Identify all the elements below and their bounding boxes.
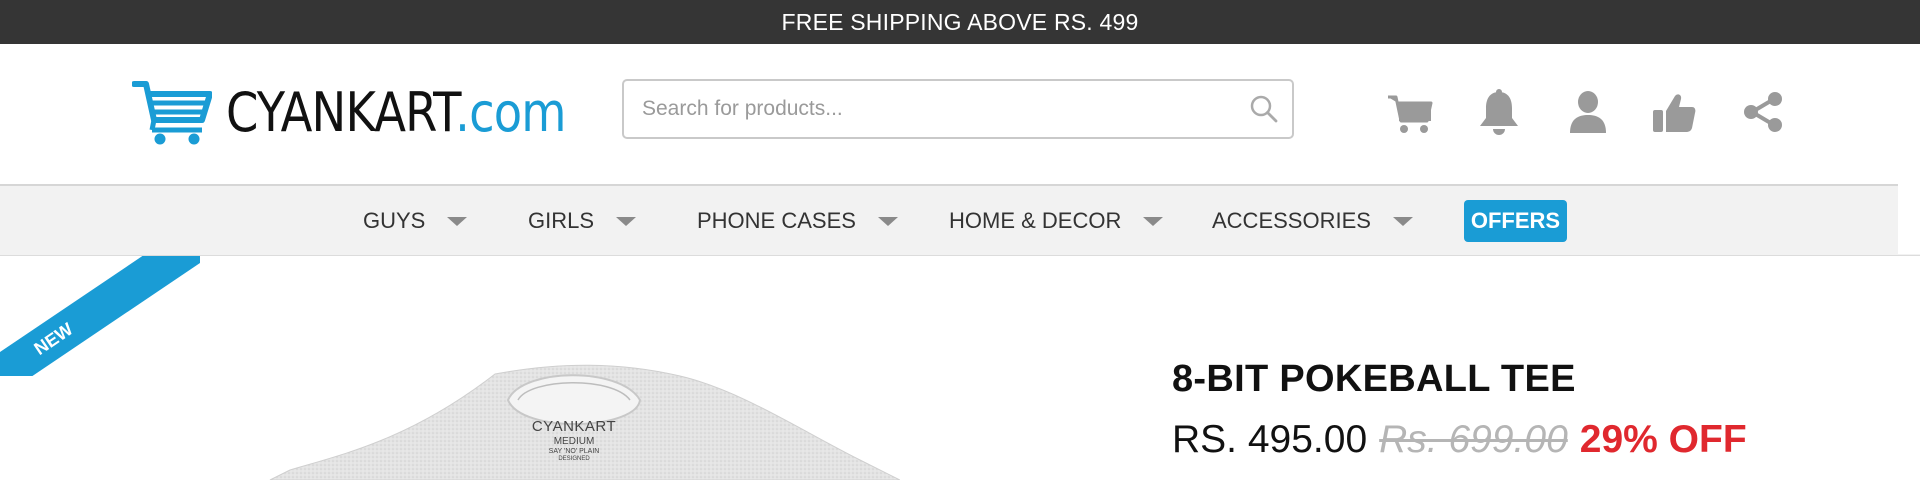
price-row: RS. 495.00 Rs. 699.00 29% OFF [1172, 418, 1747, 462]
new-ribbon-label: NEW [30, 318, 77, 359]
search-input[interactable] [624, 81, 1236, 137]
bell-icon [1480, 89, 1518, 135]
product-title: 8-BIT POKEBALL TEE [1172, 358, 1576, 400]
nav-item-label: HOME & DECOR [949, 208, 1122, 233]
cart-button[interactable] [1384, 88, 1436, 140]
nav-item-guys[interactable]: GUYS [363, 186, 468, 256]
share-icon [1744, 92, 1782, 132]
offers-button[interactable]: OFFERS [1464, 200, 1567, 242]
thumbs-up-icon [1653, 94, 1696, 132]
cart-logo-icon [132, 81, 212, 145]
product-price: RS. 495.00 [1172, 418, 1368, 461]
like-button[interactable] [1648, 86, 1700, 138]
user-icon [1570, 91, 1606, 133]
new-ribbon: NEW [0, 256, 200, 376]
logo-main: CYANKART [226, 81, 456, 144]
chevron-down-icon [447, 216, 468, 226]
nav-item-girls[interactable]: GIRLS [528, 186, 637, 256]
share-button[interactable] [1737, 86, 1789, 138]
chevron-down-icon [877, 216, 898, 226]
chevron-down-icon [1143, 216, 1164, 226]
account-button[interactable] [1562, 86, 1614, 138]
chevron-down-icon [1392, 216, 1413, 226]
new-ribbon-band: NEW [0, 256, 200, 376]
product-image[interactable]: CYANKART MEDIUM SAY 'NO' PLAIN DESIGNED [260, 360, 900, 480]
search-button[interactable] [1236, 81, 1292, 137]
original-price: Rs. 699.00 [1379, 418, 1568, 461]
search-box [622, 79, 1294, 139]
nav-item-label: GUYS [363, 208, 426, 233]
search-icon [1250, 95, 1278, 123]
logo-text: CYANKART.com [226, 76, 567, 150]
discount-badge: 29% OFF [1579, 418, 1747, 461]
nav-item-label: ACCESSORIES [1212, 208, 1371, 233]
page-edge [1898, 160, 1920, 254]
logo-domain: .com [455, 81, 566, 144]
tee-label-brand: CYANKART [531, 418, 617, 435]
nav-item-label: GIRLS [528, 208, 595, 233]
tee-label-sub: DESIGNED [558, 456, 590, 463]
shipping-banner-text: FREE SHIPPING ABOVE RS. 499 [781, 8, 1139, 35]
cart-icon [1388, 95, 1433, 133]
tee-label-line: SAY 'NO' PLAIN [548, 448, 600, 455]
tee-label-size: MEDIUM [553, 436, 595, 447]
tee-label: CYANKART MEDIUM SAY 'NO' PLAIN DESIGNED [528, 418, 620, 464]
nav-item-home-decor[interactable]: HOME & DECOR [949, 186, 1164, 256]
site-logo[interactable]: CYANKART.com [132, 76, 621, 150]
shipping-banner: FREE SHIPPING ABOVE RS. 499 [0, 0, 1920, 44]
chevron-down-icon [616, 216, 637, 226]
main-nav: GUYS GIRLS PHONE CASES HOME & DECOR ACCE… [0, 184, 1920, 256]
notifications-button[interactable] [1473, 86, 1525, 138]
site-header: CYANKART.com [0, 44, 1920, 184]
nav-item-phone-cases[interactable]: PHONE CASES [697, 186, 898, 256]
nav-item-accessories[interactable]: ACCESSORIES [1212, 186, 1413, 256]
nav-item-label: PHONE CASES [697, 208, 856, 233]
